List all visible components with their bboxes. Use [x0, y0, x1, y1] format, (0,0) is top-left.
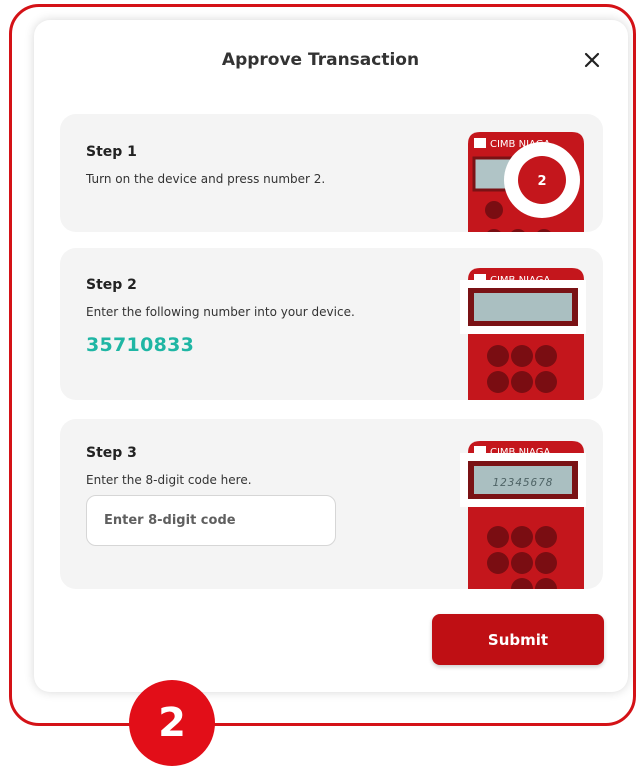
- step-1-card: Step 1 Turn on the device and press numb…: [60, 114, 603, 232]
- modal-title: Approve Transaction: [221, 50, 420, 70]
- step-3-title: Step 3: [86, 445, 137, 461]
- device-screen: [474, 293, 572, 321]
- token-device-image: CIMB NIAGA: [460, 268, 586, 400]
- device-screen-text: 12345678: [493, 476, 554, 489]
- token-device-image: CIMB NIAGA 12345678: [460, 441, 586, 589]
- device-key: [485, 201, 503, 219]
- device-key: [511, 552, 533, 574]
- device-key: [511, 526, 533, 548]
- device-key: [511, 345, 533, 367]
- device-key: [535, 526, 557, 548]
- device-key: [511, 371, 533, 393]
- otp-code-input[interactable]: [86, 495, 336, 546]
- cimb-logo-icon: [474, 138, 486, 148]
- device-key: [487, 552, 509, 574]
- step-2-card: Step 2 Enter the following number into y…: [60, 248, 603, 400]
- step-2-title: Step 2: [86, 277, 137, 293]
- device-key: [487, 371, 509, 393]
- submit-button[interactable]: Submit: [432, 614, 604, 665]
- highlighted-key-label: 2: [537, 174, 546, 189]
- step-1-title: Step 1: [86, 144, 137, 160]
- device-key: [535, 345, 557, 367]
- step-3-card: Step 3 Enter the 8-digit code here. CIMB…: [60, 419, 603, 589]
- device-key: [535, 371, 557, 393]
- step-1-description: Turn on the device and press number 2.: [86, 172, 326, 186]
- device-key: [487, 526, 509, 548]
- challenge-code: 35710833: [86, 334, 195, 356]
- step-3-description: Enter the 8-digit code here.: [86, 473, 252, 487]
- step-number-badge: 2: [129, 680, 215, 766]
- close-button[interactable]: [580, 48, 604, 72]
- device-key: [535, 552, 557, 574]
- token-device-image: CIMB NIAGA 2: [468, 132, 584, 232]
- device-key: [487, 345, 509, 367]
- close-icon: [584, 52, 600, 68]
- step-2-description: Enter the following number into your dev…: [86, 305, 355, 319]
